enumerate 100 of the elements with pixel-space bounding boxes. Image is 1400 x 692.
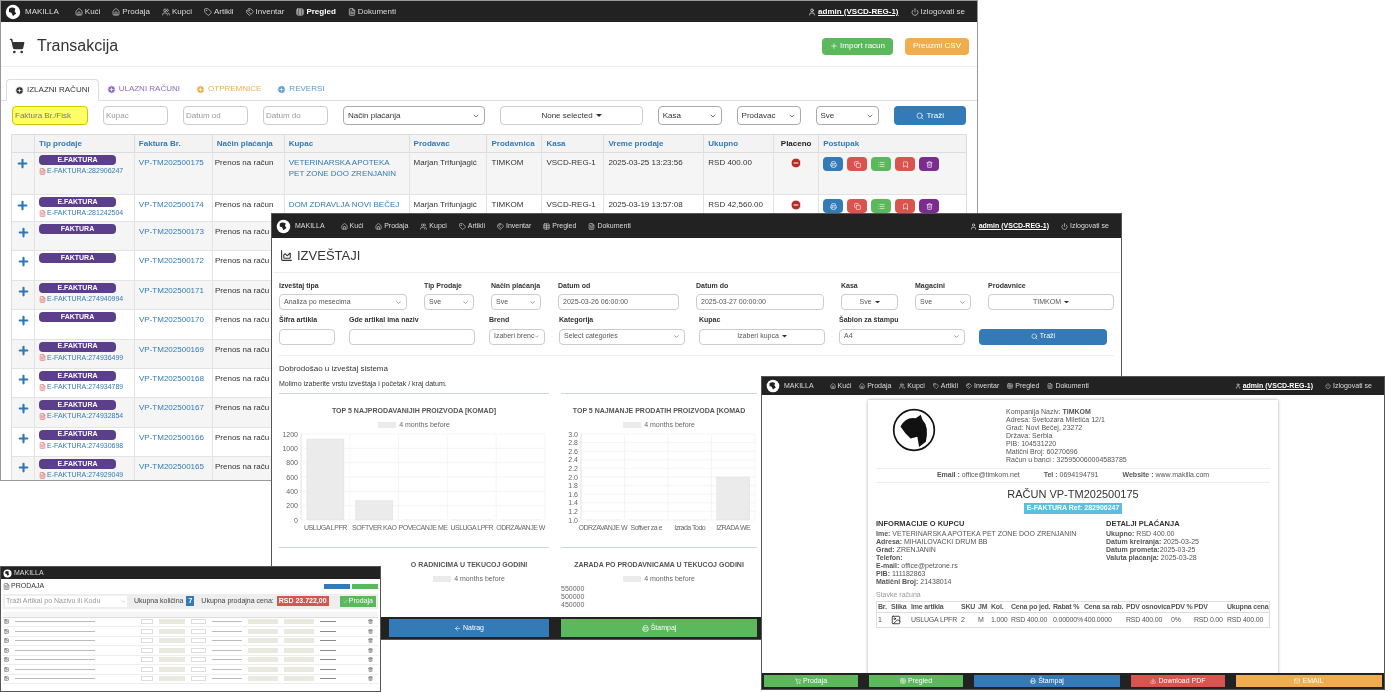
logout-link[interactable]: Izlogovati se: [910, 5, 965, 18]
nav-link[interactable]: Kući: [74, 5, 101, 18]
row-action-button[interactable]: [895, 199, 916, 213]
column-header[interactable]: Kupac: [288, 137, 314, 150]
price-input[interactable]: [159, 676, 185, 682]
filter-input[interactable]: Datum do: [263, 106, 328, 125]
row-action-button[interactable]: [895, 157, 916, 171]
price-input[interactable]: [248, 628, 278, 634]
row-action-button[interactable]: [823, 199, 844, 213]
invoice-number-link[interactable]: VP-TM202500170: [139, 315, 204, 325]
price-input[interactable]: [159, 638, 185, 644]
column-header[interactable]: Način plaćanja: [216, 137, 273, 150]
price-input[interactable]: [284, 628, 314, 634]
filter-input[interactable]: Datum od: [183, 106, 248, 125]
nav-link[interactable]: Dokumenti: [347, 5, 396, 18]
price-input[interactable]: [248, 638, 278, 644]
tab[interactable]: IZLAZNI RAČUNI: [6, 79, 99, 101]
discount-input[interactable]: [191, 666, 206, 672]
price-input[interactable]: [284, 657, 314, 663]
trash-icon[interactable]: [368, 647, 373, 653]
filter-input[interactable]: Kupac: [103, 106, 168, 125]
invoice-number-link[interactable]: VP-TM202500175: [138, 158, 204, 167]
price-input[interactable]: [159, 666, 185, 672]
quantity-input[interactable]: [141, 619, 153, 625]
row-action-button[interactable]: [919, 157, 940, 171]
trash-icon[interactable]: [368, 638, 373, 644]
column-header[interactable]: Prodavac: [413, 137, 450, 150]
nav-link[interactable]: Prodaja: [112, 5, 150, 18]
trash-icon[interactable]: [368, 676, 373, 682]
price-input[interactable]: [248, 676, 278, 682]
quantity-input[interactable]: [141, 676, 153, 682]
invoice-number-link[interactable]: VP-TM202500171: [139, 285, 204, 295]
user-link[interactable]: admin (VSCD-REG-1): [808, 5, 899, 18]
trash-icon[interactable]: [368, 619, 373, 625]
discount-input[interactable]: [191, 628, 206, 634]
expand-plus-icon[interactable]: [16, 402, 30, 416]
invoice-number-link[interactable]: VP-TM202500167: [139, 403, 204, 413]
price-input[interactable]: [284, 676, 314, 682]
column-header[interactable]: Ukupno: [708, 137, 739, 150]
price-input[interactable]: [284, 647, 314, 653]
expand-plus-icon[interactable]: [16, 431, 30, 445]
price-input[interactable]: [284, 638, 314, 644]
expand-plus-icon[interactable]: [16, 284, 30, 298]
nav-link[interactable]: Kupci: [161, 5, 192, 18]
price-input[interactable]: [159, 628, 185, 634]
discount-input[interactable]: [191, 647, 206, 653]
price-input[interactable]: [248, 657, 278, 663]
filter-select[interactable]: Kasa: [657, 106, 722, 125]
invoice-number-link[interactable]: VP-TM202500172: [139, 256, 204, 266]
tab[interactable]: REVERSI: [269, 78, 333, 100]
row-action-button[interactable]: [847, 199, 868, 213]
trash-icon[interactable]: [368, 628, 373, 634]
invoice-number-link[interactable]: VP-TM202500169: [139, 344, 204, 354]
price-input[interactable]: [159, 647, 185, 653]
expand-plus-icon[interactable]: [16, 157, 30, 170]
expand-plus-icon[interactable]: [16, 199, 30, 212]
expand-plus-icon[interactable]: [16, 343, 30, 357]
customer-link[interactable]: DOM ZDRAVLJA NOVI BEČEJ: [288, 199, 405, 211]
quantity-input[interactable]: [141, 638, 153, 644]
price-input[interactable]: [248, 619, 278, 625]
column-header[interactable]: Vreme prodaje: [608, 137, 664, 150]
trash-icon[interactable]: [368, 666, 373, 672]
quantity-input[interactable]: [141, 666, 153, 672]
nav-link[interactable]: Artikli: [203, 5, 234, 18]
nav-link[interactable]: Pregled: [296, 5, 336, 18]
invoice-number-link[interactable]: VP-TM202500173: [139, 227, 204, 236]
tab[interactable]: ULAZNI RAČUNI: [98, 78, 188, 100]
invoice-number-link[interactable]: VP-TM202500166: [139, 432, 204, 442]
trash-icon[interactable]: [368, 657, 373, 663]
toolbar-button[interactable]: [324, 583, 350, 589]
input-field[interactable]: [349, 328, 475, 345]
quantity-input[interactable]: [141, 628, 153, 634]
toolbar-button[interactable]: [352, 583, 378, 589]
expand-plus-icon[interactable]: [16, 226, 30, 239]
filter-select[interactable]: Način plaćanja: [343, 106, 486, 125]
discount-input[interactable]: [191, 657, 206, 663]
invoice-number-link[interactable]: VP-TM202500168: [139, 373, 204, 383]
price-input[interactable]: [248, 647, 278, 653]
input-field[interactable]: [279, 328, 335, 345]
price-input[interactable]: [284, 619, 314, 625]
filter-select[interactable]: Sve: [815, 106, 880, 125]
customer-link[interactable]: VETERINARSKA APOTEKA PET ZONE DOO ZRENJANIN: [288, 157, 405, 180]
column-header[interactable]: Tip prodaje: [38, 137, 82, 150]
filter-input[interactable]: Faktura Br./Fisk: [12, 106, 88, 125]
price-input[interactable]: [159, 619, 185, 625]
column-header[interactable]: Kasa: [546, 137, 566, 150]
expand-plus-icon[interactable]: [16, 314, 30, 328]
invoice-number-link[interactable]: VP-TM202500174: [138, 200, 204, 209]
discount-input[interactable]: [191, 676, 206, 682]
nav-link[interactable]: Inventar: [245, 5, 285, 18]
invoice-number-link[interactable]: VP-TM202500165: [139, 462, 204, 472]
price-input[interactable]: [284, 666, 314, 672]
row-action-button[interactable]: [823, 157, 844, 171]
column-header[interactable]: Prodavnica: [491, 137, 535, 150]
quantity-input[interactable]: [141, 657, 153, 663]
row-action-button[interactable]: [847, 157, 868, 171]
discount-input[interactable]: [191, 619, 206, 625]
filter-select[interactable]: Prodavac: [736, 106, 801, 125]
quantity-input[interactable]: [141, 647, 153, 653]
discount-input[interactable]: [191, 638, 206, 644]
